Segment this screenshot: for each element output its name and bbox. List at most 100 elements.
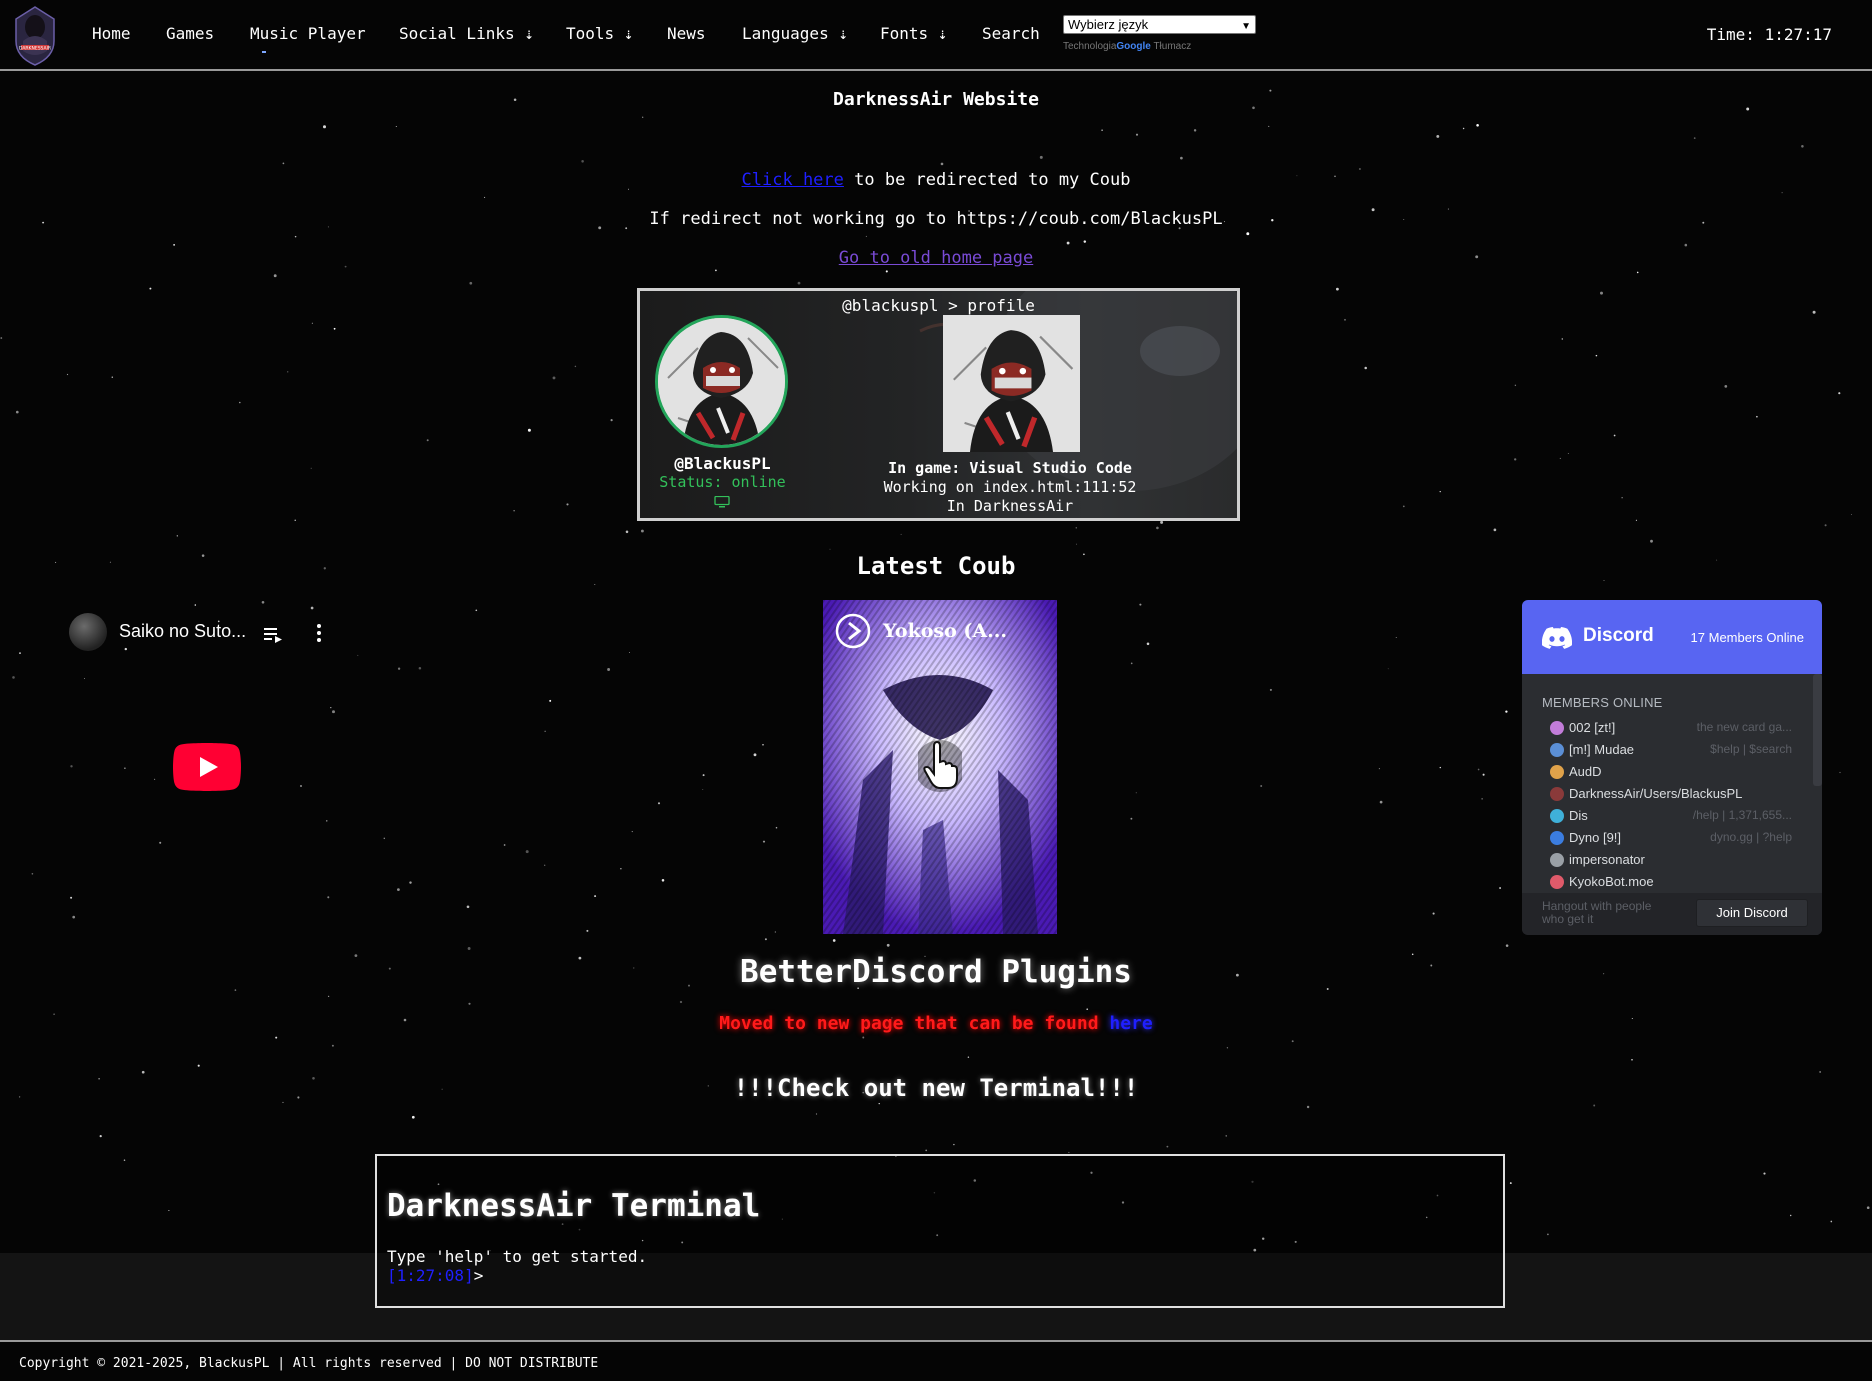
clock: Time: 1:27:17	[1706, 25, 1832, 44]
star	[1146, 642, 1150, 646]
translate-credit-link[interactable]: Tłumacz	[1153, 41, 1191, 52]
playlist-queue-icon[interactable]	[263, 624, 285, 644]
star	[327, 995, 330, 998]
old-home-link[interactable]: Go to old home page	[839, 248, 1033, 268]
star	[1156, 526, 1159, 530]
nav-music-player[interactable]: Music Player	[250, 24, 366, 43]
star	[469, 281, 473, 285]
discord-member-row[interactable]: impersonator	[1550, 849, 1810, 871]
youtube-video-title[interactable]: Saiko no Suto...	[119, 621, 246, 642]
star	[1306, 1105, 1310, 1109]
star	[1130, 662, 1133, 665]
discord-members-online-count: 17 Members Online	[1690, 630, 1804, 645]
star	[1600, 291, 1603, 295]
nav-languages[interactable]: Languages ⇣	[742, 24, 848, 43]
star	[702, 774, 705, 777]
star	[1493, 528, 1497, 532]
nav-active-indicator	[262, 51, 266, 53]
star	[1180, 156, 1183, 160]
discord-widget-footer: Hangout with people who get it Join Disc…	[1522, 893, 1822, 935]
star	[1514, 384, 1517, 387]
nav-games[interactable]: Games	[166, 24, 214, 43]
star	[467, 947, 471, 950]
star	[1593, 1104, 1596, 1107]
star	[620, 868, 622, 870]
terminal-prompt: [1:27:08]>	[387, 1266, 483, 1285]
google-translate-credit: TechnologiaGoogle Tłumacz	[1063, 41, 1191, 52]
star	[99, 1134, 102, 1138]
star	[925, 1149, 928, 1152]
star	[1476, 124, 1479, 127]
more-options-icon[interactable]	[312, 622, 326, 644]
nav-search[interactable]: Search	[982, 24, 1040, 43]
star	[610, 419, 613, 422]
coub-logo-icon	[835, 613, 871, 649]
star	[503, 844, 506, 846]
star	[300, 785, 302, 787]
star	[1514, 458, 1517, 461]
discord-member-activity: dyno.gg | ?help	[1710, 830, 1792, 844]
star	[294, 235, 297, 238]
latest-coub-heading: Latest Coub	[856, 552, 1016, 580]
star	[111, 376, 114, 378]
discord-member-row[interactable]: AudD	[1550, 761, 1810, 783]
star	[885, 270, 888, 273]
discord-member-list-scrollbar[interactable]	[1813, 674, 1822, 786]
star	[625, 530, 629, 534]
star	[261, 600, 265, 604]
star	[1636, 271, 1639, 274]
terminal-input[interactable]	[477, 1264, 1377, 1284]
star	[594, 584, 596, 585]
language-select[interactable]: Wybierz język ▼	[1063, 15, 1256, 34]
star	[1838, 392, 1841, 395]
youtube-play-icon[interactable]	[173, 743, 241, 791]
betterdiscord-here-link[interactable]: here	[1109, 1013, 1152, 1034]
activity-detail: Working on index.html:111:52	[883, 478, 1137, 496]
star	[124, 767, 126, 770]
coub-video-title: Yokoso (A...	[883, 620, 1007, 642]
google-logo[interactable]: Google	[1116, 41, 1150, 52]
star	[1603, 579, 1605, 581]
language-select-value: Wybierz język	[1068, 17, 1149, 32]
join-discord-button[interactable]: Join Discord	[1696, 899, 1808, 927]
profile-avatar[interactable]	[655, 315, 788, 448]
star	[1076, 543, 1078, 545]
discord-member-name: AudD	[1569, 764, 1602, 779]
star	[395, 125, 397, 128]
profile-header: @blackuspl > profile	[842, 296, 1035, 315]
discord-member-name: KyokoBot.moe	[1569, 874, 1654, 889]
star	[549, 699, 552, 702]
star	[1839, 771, 1841, 774]
profile-username: @BlackusPL	[674, 454, 771, 473]
star	[679, 1000, 683, 1004]
coub-embed[interactable]: Yokoso (A...	[823, 600, 1057, 934]
discord-member-row[interactable]: Dis/help | 1,371,655...	[1550, 805, 1810, 827]
star	[310, 467, 312, 469]
discord-member-name: impersonator	[1569, 852, 1645, 867]
star	[1635, 519, 1637, 521]
discord-member-row[interactable]: DarknessAir/Users/BlackusPL	[1550, 783, 1810, 805]
nav-news[interactable]: News	[667, 24, 706, 43]
star	[323, 125, 326, 129]
discord-member-row[interactable]: 002 [zt!] the new card ga...	[1550, 717, 1810, 739]
star	[1499, 887, 1502, 889]
star	[154, 778, 156, 780]
discord-member-row[interactable]: KyokoBot.moe	[1550, 871, 1810, 892]
star	[1724, 385, 1728, 388]
star	[84, 677, 86, 679]
hand-pointer-icon	[918, 740, 962, 792]
discord-member-row[interactable]: Dyno [9!] dyno.gg | ?help	[1550, 827, 1810, 849]
discord-member-avatar	[1550, 831, 1564, 845]
star	[702, 789, 704, 790]
svg-text:DARKNESSAIR: DARKNESSAIR	[19, 46, 51, 52]
nav-tools[interactable]: Tools ⇣	[566, 24, 633, 43]
discord-member-row[interactable]: [m!] Mudae $help | $search	[1550, 739, 1810, 761]
youtube-channel-avatar[interactable]	[69, 613, 107, 651]
star	[66, 373, 69, 376]
redirect-link[interactable]: Click here	[742, 170, 844, 190]
nav-fonts[interactable]: Fonts ⇣	[880, 24, 947, 43]
star	[878, 1102, 880, 1105]
nav-social-links[interactable]: Social Links ⇣	[399, 24, 534, 43]
site-logo[interactable]: DARKNESSAIR	[10, 5, 60, 67]
nav-home[interactable]: Home	[92, 24, 131, 43]
